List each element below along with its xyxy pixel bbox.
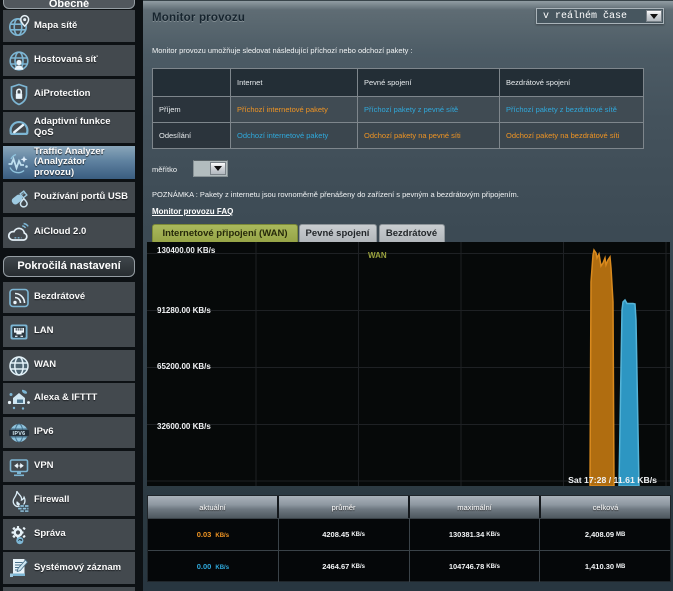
svg-text:IPV6: IPV6 bbox=[12, 430, 25, 436]
